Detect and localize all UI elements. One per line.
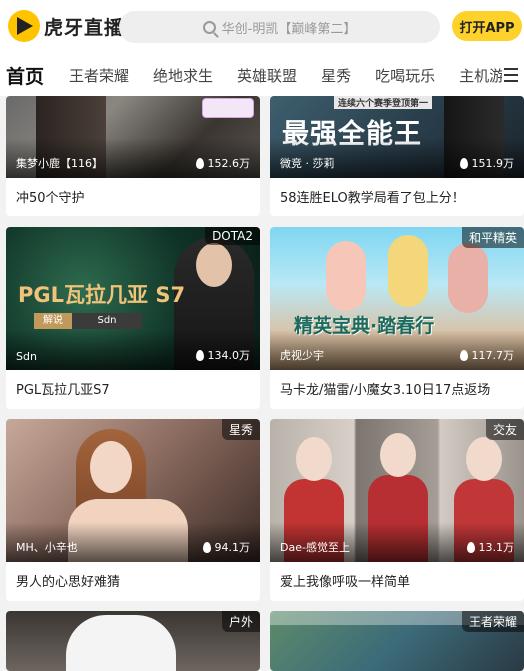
category-tag: 和平精英 [461, 227, 524, 248]
fire-icon [466, 541, 475, 553]
nav-tab-pubg[interactable]: 绝地求生 [153, 65, 213, 86]
search-input[interactable]: 华创-明凯【巅峰第二】 [119, 11, 440, 43]
live-card[interactable]: 连续六个赛季登顶第一 最强全能王 微竞 · 莎莉 151.9万 58连胜ELO教… [270, 96, 524, 216]
view-count: 151.9万 [459, 155, 514, 171]
streamer-name: 集梦小鹿【116】 [16, 157, 103, 170]
live-thumbnail: 精英宝典·踏春行 和平精英 虎视少宇 117.7万 [270, 227, 524, 370]
nav-tab-lol[interactable]: 英雄联盟 [237, 65, 297, 86]
banner-title: PGL瓦拉几亚 S7 [18, 283, 186, 307]
live-thumbnail: PGL瓦拉几亚 S7 解说 Sdn DOTA2 Sdn 134.0万 [6, 227, 260, 370]
streamer-name: 微竞 · 莎莉 [280, 157, 335, 170]
fire-icon [459, 349, 468, 361]
view-count: 117.7万 [459, 347, 514, 363]
category-tag: 户外 [221, 611, 260, 632]
fire-icon [195, 157, 204, 169]
streamer-name: MH、小辛也 [16, 541, 78, 554]
live-thumbnail: 户外 [6, 611, 260, 671]
nav-tab-xingxiu[interactable]: 星秀 [321, 65, 351, 86]
top-bar: 虎牙直播 华创-明凯【巅峰第二】 打开APP [0, 0, 524, 54]
fire-icon [195, 349, 204, 361]
logo-text: 虎牙直播 [44, 16, 125, 39]
open-app-button[interactable]: 打开APP [452, 11, 522, 41]
live-card[interactable]: 星秀 MH、小辛也 94.1万 男人的心思好难猜 [6, 419, 260, 601]
menu-icon[interactable] [502, 54, 524, 96]
live-thumbnail: 连续六个赛季登顶第一 最强全能王 微竞 · 莎莉 151.9万 [270, 96, 524, 178]
live-card[interactable]: 集梦小鹿【116】 152.6万 冲50个守护 [6, 96, 260, 216]
search-placeholder: 华创-明凯【巅峰第二】 [221, 21, 357, 37]
live-thumbnail: 王者荣耀 [270, 611, 524, 671]
view-count: 13.1万 [466, 539, 514, 555]
banner-subtitle: 连续六个赛季登顶第一 [334, 96, 433, 109]
live-thumbnail: 集梦小鹿【116】 152.6万 [6, 96, 260, 178]
category-tag: 交友 [485, 419, 524, 440]
category-tag: DOTA2 [205, 227, 260, 245]
streamer-name: Dae-感觉至上 [280, 541, 350, 554]
caster-name: Sdn [72, 313, 142, 329]
search-icon [202, 20, 216, 34]
live-title: 冲50个守护 [16, 191, 85, 206]
nav-tab-wangzhe[interactable]: 王者荣耀 [69, 65, 129, 86]
live-title: 58连胜ELO教学局看了包上分！ [280, 191, 465, 206]
live-thumbnail: 交友 Dae-感觉至上 13.1万 [270, 419, 524, 562]
fire-icon [202, 541, 211, 553]
category-tag: 星秀 [221, 419, 260, 440]
live-title: 马卡龙/猫雷/小魔女3.10日17点返场 [280, 383, 491, 398]
category-nav: 首页 王者荣耀 绝地求生 英雄联盟 星秀 吃喝玩乐 主机游戏 [0, 54, 524, 96]
view-count: 134.0万 [195, 347, 250, 363]
live-card[interactable]: 精英宝典·踏春行 和平精英 虎视少宇 117.7万 马卡龙/猫雷/小魔女3.10… [270, 227, 524, 409]
huya-logo[interactable]: 虎牙直播 [8, 10, 124, 42]
live-card[interactable]: PGL瓦拉几亚 S7 解说 Sdn DOTA2 Sdn 134.0万 PGL瓦拉… [6, 227, 260, 409]
category-tag: 王者荣耀 [461, 611, 524, 632]
nav-tab-chihewanle[interactable]: 吃喝玩乐 [375, 65, 435, 86]
fire-icon [459, 157, 468, 169]
huya-logo-icon [8, 10, 40, 42]
live-card[interactable]: 户外 [6, 611, 260, 671]
streamer-name: Sdn [16, 350, 37, 363]
live-thumbnail: 星秀 MH、小辛也 94.1万 [6, 419, 260, 562]
view-count: 94.1万 [202, 539, 250, 555]
caster-label: 解说 [34, 313, 72, 329]
nav-tab-home[interactable]: 首页 [6, 62, 44, 89]
live-card[interactable]: 王者荣耀 [270, 611, 524, 671]
live-card[interactable]: 交友 Dae-感觉至上 13.1万 爱上我像呼吸一样简单 [270, 419, 524, 601]
live-title: PGL瓦拉几亚S7 [16, 383, 110, 398]
live-title: 男人的心思好难猜 [16, 575, 121, 590]
view-count: 152.6万 [195, 155, 250, 171]
streamer-name: 虎视少宇 [280, 349, 324, 362]
live-title: 爱上我像呼吸一样简单 [280, 575, 411, 590]
